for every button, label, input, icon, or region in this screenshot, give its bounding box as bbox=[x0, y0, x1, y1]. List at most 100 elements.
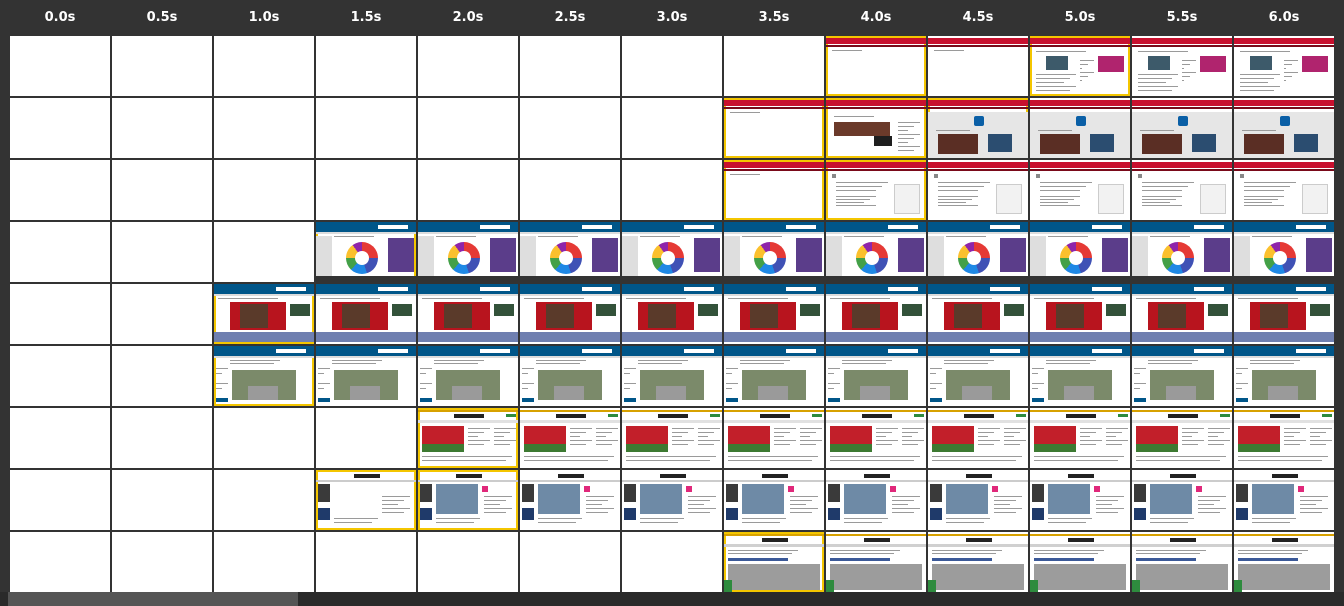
filmstrip-frame[interactable] bbox=[724, 36, 824, 96]
filmstrip-frame[interactable] bbox=[928, 470, 1028, 530]
filmstrip-frame[interactable] bbox=[1132, 98, 1232, 158]
filmstrip-frame[interactable] bbox=[826, 470, 926, 530]
filmstrip-frame[interactable] bbox=[622, 284, 722, 344]
filmstrip-frame[interactable] bbox=[1030, 98, 1130, 158]
filmstrip-frame[interactable] bbox=[112, 160, 212, 220]
filmstrip-frame[interactable] bbox=[520, 346, 620, 406]
filmstrip-frame[interactable] bbox=[622, 160, 722, 220]
filmstrip-frame[interactable] bbox=[418, 284, 518, 344]
filmstrip-frame[interactable] bbox=[418, 470, 518, 530]
filmstrip-frame[interactable] bbox=[10, 98, 110, 158]
filmstrip-frame[interactable] bbox=[622, 470, 722, 530]
filmstrip-frame[interactable] bbox=[826, 222, 926, 282]
filmstrip-frame[interactable] bbox=[214, 160, 314, 220]
filmstrip-frame[interactable] bbox=[826, 408, 926, 468]
filmstrip-frame[interactable] bbox=[1132, 36, 1232, 96]
filmstrip-frame[interactable] bbox=[316, 160, 416, 220]
filmstrip-frame[interactable] bbox=[418, 346, 518, 406]
filmstrip-frame[interactable] bbox=[928, 346, 1028, 406]
filmstrip-frame[interactable] bbox=[928, 98, 1028, 158]
filmstrip-frame[interactable] bbox=[724, 98, 824, 158]
filmstrip-frame[interactable] bbox=[520, 160, 620, 220]
filmstrip-frame[interactable] bbox=[1132, 470, 1232, 530]
filmstrip-frame[interactable] bbox=[418, 532, 518, 592]
filmstrip-frame[interactable] bbox=[1234, 346, 1334, 406]
filmstrip-frame[interactable] bbox=[316, 408, 416, 468]
filmstrip-frame[interactable] bbox=[112, 98, 212, 158]
filmstrip-frame[interactable] bbox=[1132, 346, 1232, 406]
filmstrip-frame[interactable] bbox=[316, 36, 416, 96]
filmstrip-frame[interactable] bbox=[1030, 222, 1130, 282]
filmstrip-frame[interactable] bbox=[1234, 36, 1334, 96]
filmstrip-frame[interactable] bbox=[10, 532, 110, 592]
filmstrip-frame[interactable] bbox=[928, 284, 1028, 344]
filmstrip-frame[interactable] bbox=[418, 408, 518, 468]
filmstrip-frame[interactable] bbox=[724, 470, 824, 530]
filmstrip-frame[interactable] bbox=[1030, 284, 1130, 344]
filmstrip-frame[interactable] bbox=[316, 98, 416, 158]
filmstrip-frame[interactable] bbox=[1234, 532, 1334, 592]
filmstrip-frame[interactable] bbox=[928, 36, 1028, 96]
filmstrip-frame[interactable] bbox=[214, 346, 314, 406]
filmstrip-frame[interactable] bbox=[1030, 470, 1130, 530]
filmstrip-frame[interactable] bbox=[1030, 346, 1130, 406]
filmstrip-frame[interactable] bbox=[1132, 408, 1232, 468]
filmstrip-frame[interactable] bbox=[10, 222, 110, 282]
filmstrip-frame[interactable] bbox=[1234, 98, 1334, 158]
filmstrip-frame[interactable] bbox=[520, 98, 620, 158]
filmstrip-frame[interactable] bbox=[1234, 160, 1334, 220]
filmstrip-frame[interactable] bbox=[520, 36, 620, 96]
filmstrip-frame[interactable] bbox=[622, 346, 722, 406]
filmstrip-frame[interactable] bbox=[724, 284, 824, 344]
filmstrip-frame[interactable] bbox=[1132, 160, 1232, 220]
filmstrip-frame[interactable] bbox=[214, 36, 314, 96]
filmstrip-frame[interactable] bbox=[1234, 222, 1334, 282]
filmstrip-frame[interactable] bbox=[928, 222, 1028, 282]
filmstrip-frame[interactable] bbox=[10, 408, 110, 468]
filmstrip-frame[interactable] bbox=[520, 470, 620, 530]
horizontal-scrollbar-thumb[interactable] bbox=[8, 592, 298, 606]
filmstrip-frame[interactable] bbox=[418, 36, 518, 96]
filmstrip-frame[interactable] bbox=[10, 284, 110, 344]
filmstrip-frame[interactable] bbox=[1030, 160, 1130, 220]
filmstrip-frame[interactable] bbox=[724, 160, 824, 220]
filmstrip-frame[interactable] bbox=[112, 408, 212, 468]
filmstrip-frame[interactable] bbox=[1234, 284, 1334, 344]
filmstrip-frame[interactable] bbox=[622, 408, 722, 468]
filmstrip-frame[interactable] bbox=[1132, 532, 1232, 592]
filmstrip-frame[interactable] bbox=[418, 222, 518, 282]
filmstrip-frame[interactable] bbox=[1234, 408, 1334, 468]
filmstrip-frame[interactable] bbox=[826, 532, 926, 592]
filmstrip-frame[interactable] bbox=[928, 160, 1028, 220]
filmstrip-frame[interactable] bbox=[826, 36, 926, 96]
filmstrip-frame[interactable] bbox=[724, 222, 824, 282]
filmstrip-frame[interactable] bbox=[724, 408, 824, 468]
filmstrip-frame[interactable] bbox=[112, 222, 212, 282]
filmstrip-frame[interactable] bbox=[112, 36, 212, 96]
filmstrip-frame[interactable] bbox=[316, 470, 416, 530]
filmstrip-frame[interactable] bbox=[10, 346, 110, 406]
filmstrip-frame[interactable] bbox=[316, 222, 416, 282]
filmstrip-frame[interactable] bbox=[1234, 470, 1334, 530]
filmstrip-frame[interactable] bbox=[724, 346, 824, 406]
filmstrip-frame[interactable] bbox=[826, 98, 926, 158]
filmstrip-frame[interactable] bbox=[316, 346, 416, 406]
filmstrip-frame[interactable] bbox=[622, 532, 722, 592]
filmstrip-frame[interactable] bbox=[10, 36, 110, 96]
filmstrip-frame[interactable] bbox=[112, 284, 212, 344]
filmstrip-frame[interactable] bbox=[214, 98, 314, 158]
filmstrip-frame[interactable] bbox=[520, 532, 620, 592]
filmstrip-frame[interactable] bbox=[214, 222, 314, 282]
filmstrip-frame[interactable] bbox=[10, 160, 110, 220]
filmstrip-frame[interactable] bbox=[316, 532, 416, 592]
filmstrip-frame[interactable] bbox=[826, 160, 926, 220]
filmstrip-frame[interactable] bbox=[316, 284, 416, 344]
filmstrip-frame[interactable] bbox=[1030, 532, 1130, 592]
filmstrip-frame[interactable] bbox=[1132, 222, 1232, 282]
filmstrip-frame[interactable] bbox=[1030, 36, 1130, 96]
filmstrip-frame[interactable] bbox=[826, 346, 926, 406]
filmstrip-frame[interactable] bbox=[10, 470, 110, 530]
filmstrip-frame[interactable] bbox=[724, 532, 824, 592]
filmstrip-frame[interactable] bbox=[214, 284, 314, 344]
filmstrip-frame[interactable] bbox=[214, 532, 314, 592]
